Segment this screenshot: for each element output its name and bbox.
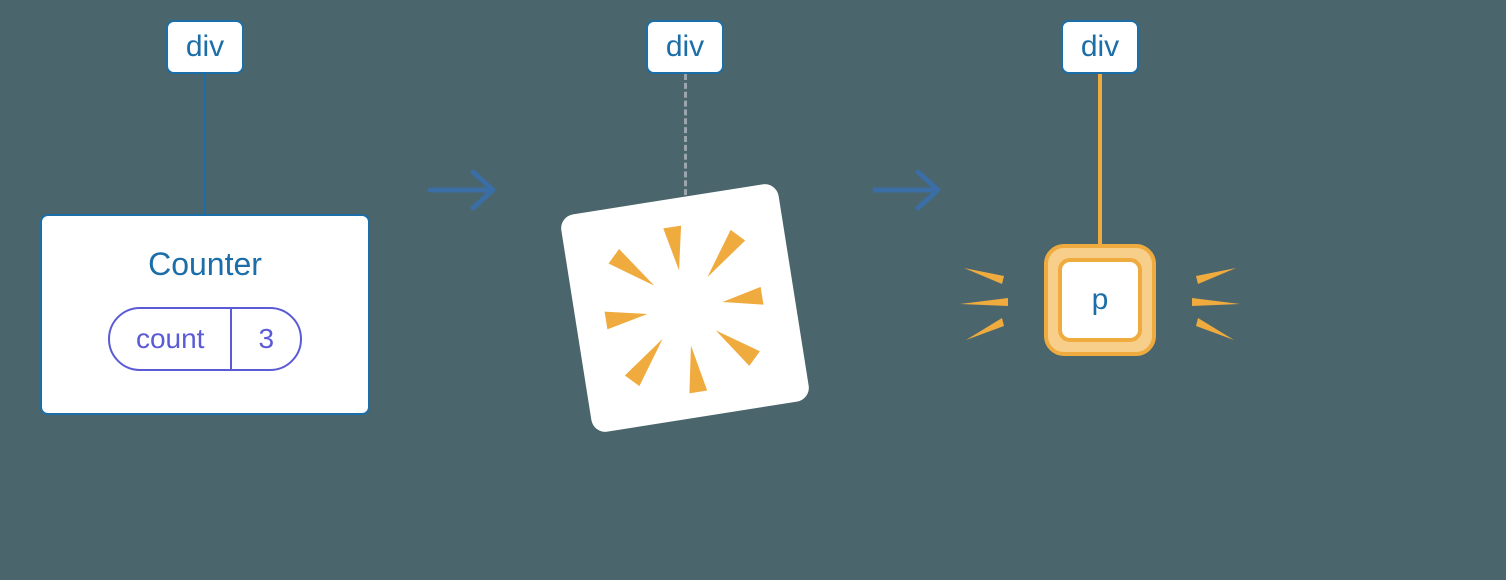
tree-connector-dashed bbox=[684, 74, 687, 204]
state-key: count bbox=[110, 309, 231, 369]
stage-unmounting: div bbox=[555, 20, 815, 418]
new-node-highlight: p bbox=[1044, 244, 1156, 356]
destroyed-component-box bbox=[559, 182, 811, 434]
tree-connector bbox=[204, 74, 206, 214]
burst-icon bbox=[559, 182, 811, 434]
stage-after: div p bbox=[1000, 20, 1200, 356]
sparkle-right-icon bbox=[1164, 254, 1240, 354]
state-pill: count 3 bbox=[108, 307, 302, 371]
tree-connector-highlight bbox=[1098, 74, 1102, 244]
new-node-p: p bbox=[1058, 258, 1142, 342]
arrow-right-icon bbox=[425, 160, 505, 225]
arrow-right-icon bbox=[870, 160, 950, 225]
counter-component-node: Counter count 3 bbox=[40, 214, 370, 415]
root-node-div: div bbox=[166, 20, 244, 74]
sparkle-left-icon bbox=[960, 254, 1036, 354]
root-node-div: div bbox=[1061, 20, 1139, 74]
stage-before: div Counter count 3 bbox=[35, 20, 375, 415]
state-value: 3 bbox=[232, 309, 300, 369]
root-node-div: div bbox=[646, 20, 724, 74]
component-label: Counter bbox=[148, 246, 262, 283]
new-node-wrapper: p bbox=[1044, 244, 1156, 356]
